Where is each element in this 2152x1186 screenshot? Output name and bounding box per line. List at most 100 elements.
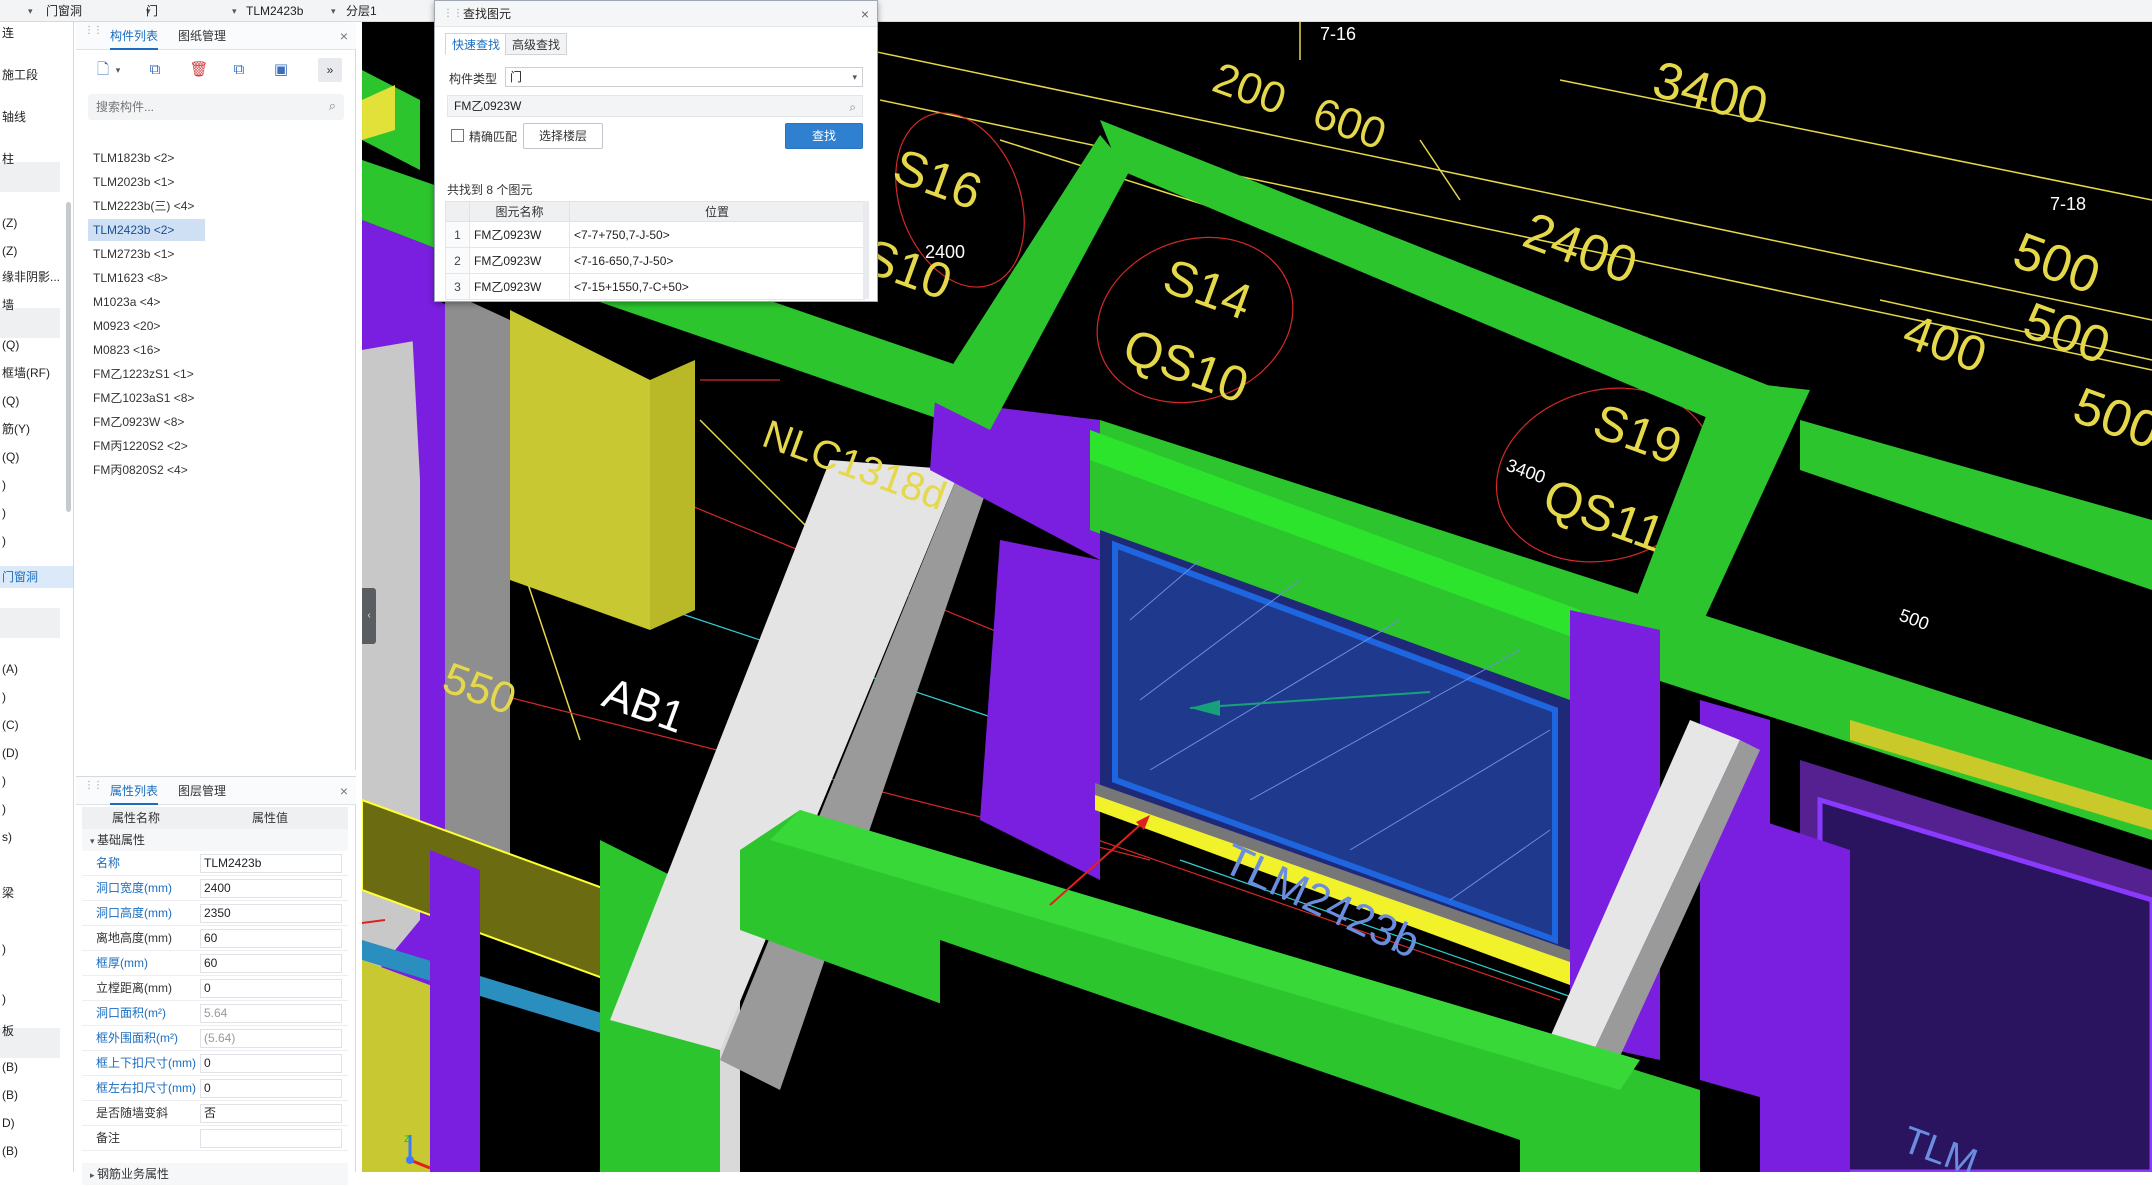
nav-item[interactable]: 框墙(RF) [0, 362, 73, 384]
nav-item[interactable]: 连 [0, 22, 73, 44]
property-value-field[interactable]: TLM2423b [200, 854, 342, 873]
collapse-panel-handle[interactable]: ‹ [362, 588, 376, 644]
tab-quick-find[interactable]: 快速查找 [445, 33, 508, 55]
results-row[interactable]: 2 FM乙0923W <7-16-650,7-J-50> [445, 247, 865, 274]
results-row[interactable]: 3 FM乙0923W <7-15+1550,7-C+50> [445, 273, 865, 300]
search-icon[interactable]: ⌕ [329, 98, 336, 114]
tab-advanced-find[interactable]: 高级查找 [505, 33, 568, 55]
select-floor-button[interactable]: 选择楼层 [523, 123, 603, 149]
nav-item[interactable]: (Q) [0, 446, 73, 468]
tab-drawing-management[interactable]: 图纸管理 [178, 22, 226, 50]
component-list-item[interactable]: TLM2223b(三) <4> [88, 195, 199, 217]
nav-item[interactable]: s) [0, 826, 73, 848]
more-tools-button[interactable]: » [318, 58, 342, 82]
nav-item[interactable]: (Q) [0, 390, 73, 412]
property-value-field[interactable]: 否 [200, 1104, 342, 1123]
component-list-item[interactable]: FM乙1023aS1 <8> [88, 387, 199, 409]
nav-item[interactable]: ) [0, 798, 73, 820]
nav-item[interactable]: (Q) [0, 334, 73, 356]
type-selector[interactable]: 门 ▾ [146, 0, 246, 22]
component-list-item[interactable]: TLM1823b <2> [88, 147, 179, 169]
nav-item[interactable]: (C) [0, 714, 73, 736]
nav-item[interactable]: (Z) [0, 212, 73, 234]
drag-handle-icon[interactable]: ⋮⋮ [84, 781, 103, 797]
component-list-item[interactable]: M1023a <4> [88, 291, 165, 313]
property-value-field[interactable]: 2400 [200, 879, 342, 898]
nav-item[interactable]: ) [0, 770, 73, 792]
component-list-item[interactable]: FM乙0923W <8> [88, 411, 189, 433]
nav-item[interactable]: (A) [0, 658, 73, 680]
nav-item[interactable]: (Z) [0, 240, 73, 262]
tab-layer-management[interactable]: 图层管理 [178, 777, 226, 805]
rebar-properties-group[interactable]: ▸ 钢筋业务属性 [82, 1163, 348, 1185]
component-list-item[interactable]: TLM2723b <1> [88, 243, 179, 265]
nav-item[interactable]: ) [0, 938, 73, 960]
close-icon[interactable]: × [340, 777, 348, 805]
component-type-select[interactable]: 门 ▾ [505, 67, 863, 87]
nav-item[interactable]: 施工段 [0, 64, 73, 86]
nav-item[interactable]: ) [0, 474, 73, 496]
property-value-field[interactable]: (5.64) [200, 1029, 342, 1048]
nav-item[interactable]: (B) [0, 1140, 73, 1162]
nav-item[interactable]: 轴线 [0, 106, 73, 128]
property-value-field[interactable]: 60 [200, 954, 342, 973]
nav-item[interactable]: 墙 [0, 294, 73, 316]
property-value-field[interactable]: 0 [200, 1054, 342, 1073]
component-list-item[interactable]: TLM1623 <8> [88, 267, 173, 289]
close-icon[interactable]: × [861, 1, 869, 27]
component-list-item[interactable]: FM乙1223zS1 <1> [88, 363, 199, 385]
drag-handle-icon[interactable]: ⋮⋮ [443, 1, 463, 27]
component-selector[interactable]: TLM2423b ▾ [246, 0, 336, 22]
search-icon[interactable]: ⌕ [849, 97, 856, 117]
nav-item[interactable]: (B) [0, 1056, 73, 1078]
dialog-title: 查找图元 [463, 7, 512, 21]
find-button[interactable]: 查找 [785, 123, 863, 149]
tab-property-list[interactable]: 属性列表 [110, 777, 159, 805]
nav-item[interactable]: D) [0, 1112, 73, 1134]
property-value-field[interactable]: 2350 [200, 904, 342, 923]
nav-item[interactable]: 板 [0, 1020, 73, 1042]
nav-item[interactable]: 筋(Y) [0, 418, 73, 440]
component-list-item[interactable]: TLM2023b <1> [88, 171, 179, 193]
results-row[interactable]: 1 FM乙0923W <7-7+750,7-J-50> [445, 221, 865, 248]
delete-icon[interactable]: 🗑 [186, 58, 212, 82]
copy-to-floor-icon[interactable]: ⧉ [226, 58, 252, 82]
copy-icon[interactable]: ⧉ [142, 58, 168, 82]
nav-item[interactable]: ) [0, 530, 73, 552]
nav-item[interactable]: 门窗洞 [0, 566, 73, 588]
category-selector[interactable]: 门窗洞 ▾ [46, 0, 156, 22]
layer-selector[interactable]: 分层1 [346, 0, 436, 22]
nav-item[interactable]: (B) [0, 1084, 73, 1106]
component-list-item[interactable]: TLM2423b <2> [88, 219, 205, 241]
find-query-input[interactable]: FM乙0923W ⌕ [447, 95, 863, 117]
property-value-field[interactable]: 5.64 [200, 1004, 342, 1023]
tab-component-list[interactable]: 构件列表 [110, 22, 159, 50]
dialog-titlebar[interactable]: ⋮⋮ 查找图元 × [435, 1, 877, 27]
nav-scrollbar[interactable] [66, 202, 71, 512]
property-value-field[interactable]: 0 [200, 979, 342, 998]
property-value-field[interactable]: 0 [200, 1079, 342, 1098]
nav-item[interactable]: 缘非阴影... [0, 266, 73, 288]
property-value-field[interactable] [200, 1129, 342, 1148]
component-list-item[interactable]: FM丙0820S2 <4> [88, 459, 193, 481]
component-search[interactable]: ⌕ [88, 94, 344, 120]
property-value-field[interactable]: 60 [200, 929, 342, 948]
component-list-item[interactable]: M0923 <20> [88, 315, 165, 337]
nav-item[interactable]: ) [0, 686, 73, 708]
basic-properties-group[interactable]: ▾ 基础属性 [82, 829, 348, 851]
component-search-input[interactable] [88, 94, 313, 120]
drag-handle-icon[interactable]: ⋮⋮ [84, 26, 103, 42]
results-scrollbar[interactable] [863, 201, 869, 299]
component-list-item[interactable]: FM丙1220S2 <2> [88, 435, 193, 457]
result-summary: 共找到 8 个图元 [447, 183, 533, 197]
close-icon[interactable]: × [340, 22, 348, 50]
chevron-down-icon[interactable]: ▾ [112, 58, 124, 82]
nav-item[interactable]: (D) [0, 742, 73, 764]
extract-icon[interactable]: ▣ [268, 58, 294, 82]
component-list-item[interactable]: M0823 <16> [88, 339, 165, 361]
nav-item[interactable]: ) [0, 502, 73, 524]
exact-match-checkbox[interactable] [451, 129, 464, 142]
nav-item[interactable]: ) [0, 988, 73, 1010]
nav-item[interactable]: 柱 [0, 148, 73, 170]
nav-item[interactable]: 梁 [0, 882, 73, 904]
